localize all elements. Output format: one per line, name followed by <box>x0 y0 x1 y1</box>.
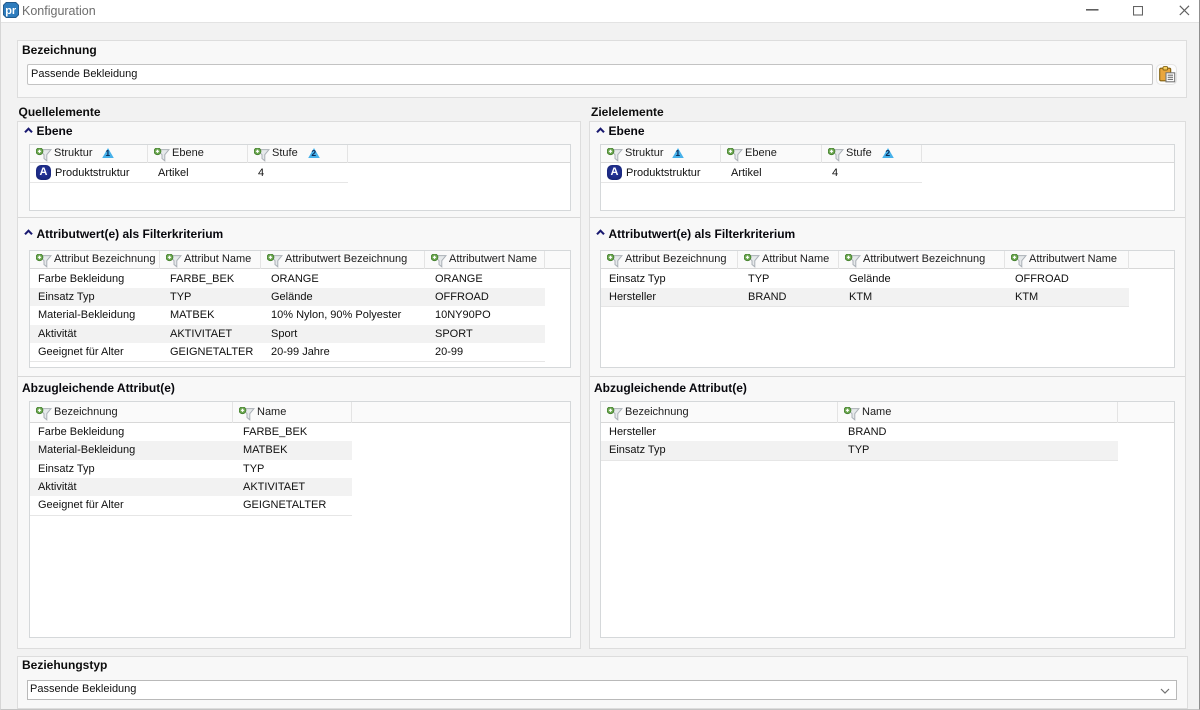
svg-text:2: 2 <box>885 148 890 158</box>
svg-text:pr: pr <box>5 5 17 17</box>
svg-text:1: 1 <box>105 148 110 158</box>
svg-text:2: 2 <box>311 148 316 158</box>
svg-text:1: 1 <box>675 148 680 158</box>
